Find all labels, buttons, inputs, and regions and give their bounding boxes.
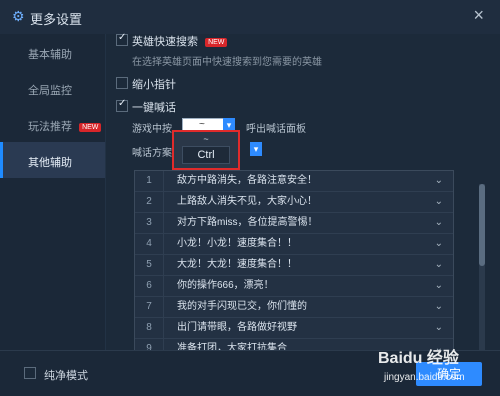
row-text: 你的操作666，漂亮！ xyxy=(177,280,274,291)
settings-window: ⚙ 更多设置 × 基本辅助 全局监控 玩法推荐 NEW 其他辅助 英雄快速搜索 … xyxy=(0,0,500,396)
hero-search-label: 英雄快速搜索 NEW xyxy=(132,33,228,49)
row-number: 1 xyxy=(135,171,164,191)
minimap-label: 缩小指针 xyxy=(132,79,176,91)
row-number: 6 xyxy=(135,276,164,296)
key-label: 游戏中按 xyxy=(132,124,172,135)
row-number: 3 xyxy=(135,213,164,233)
row-number: 5 xyxy=(135,255,164,275)
plan-label: 喊话方案 xyxy=(132,148,172,159)
row-text: 上路敌人消失不见，大家小心！ xyxy=(177,196,317,207)
row-text: 大龙！大龙！速度集合！！ xyxy=(177,259,297,270)
sidebar-item-label: 基本辅助 xyxy=(28,49,72,61)
hero-search-text: 英雄快速搜索 xyxy=(132,36,198,48)
table-row[interactable]: 2 上路敌人消失不见，大家小心！ ⌄ xyxy=(135,192,453,213)
new-badge: NEW xyxy=(205,37,228,47)
table-row[interactable]: 4 小龙！小龙！速度集合！！ ⌄ xyxy=(135,234,453,255)
chevron-down-icon[interactable]: ⌄ xyxy=(435,297,443,317)
title-bar: ⚙ 更多设置 × xyxy=(0,0,500,35)
chevron-down-icon[interactable]: ⌄ xyxy=(435,255,443,275)
sidebar-item-label: 其他辅助 xyxy=(28,157,72,169)
pure-mode-label: 纯净模式 xyxy=(44,370,88,382)
shout-key-value: ~ xyxy=(199,119,205,130)
table-row[interactable]: 1 敌方中路消失，各路注意安全！ ⌄ xyxy=(135,171,453,192)
dropdown-option-ctrl[interactable]: Ctrl xyxy=(182,146,230,164)
row-number: 4 xyxy=(135,234,164,254)
row-text: 敌方中路消失，各路注意安全！ xyxy=(177,175,317,186)
baidu-watermark: Baidu 经验 jingyan.baidu.com xyxy=(378,344,496,392)
table-row[interactable]: 3 对方下路miss，各位提高警惕！ ⌄ xyxy=(135,213,453,234)
row-number: 7 xyxy=(135,297,164,317)
row-number: 8 xyxy=(135,318,164,338)
key-hint: 呼出喊话面板 xyxy=(246,124,306,135)
key-dropdown-popup: ~ Ctrl xyxy=(172,130,240,170)
sidebar-item-basic[interactable]: 基本辅助 xyxy=(0,34,105,70)
pure-mode-checkbox[interactable] xyxy=(24,367,36,379)
hero-search-desc: 在选择英雄页面中快速搜索到您需要的英雄 xyxy=(132,57,322,68)
watermark-url: jingyan.baidu.com xyxy=(384,372,465,383)
table-row[interactable]: 5 大龙！大龙！速度集合！！ ⌄ xyxy=(135,255,453,276)
dropdown-option-tilde[interactable]: ~ xyxy=(174,134,238,144)
watermark-brand: Baidu 经验 xyxy=(378,350,459,367)
new-badge: NEW xyxy=(79,122,102,132)
chevron-down-icon[interactable]: ▾ xyxy=(250,142,262,156)
row-text: 出门请带眼，各路做好视野 xyxy=(177,322,297,333)
table-row[interactable]: 7 我的对手闪现已交，你们懂的 ⌄ xyxy=(135,297,453,318)
row-text: 对方下路miss，各位提高警惕！ xyxy=(177,217,318,228)
chevron-down-icon[interactable]: ⌄ xyxy=(435,213,443,233)
sidebar: 基本辅助 全局监控 玩法推荐 NEW 其他辅助 xyxy=(0,34,106,395)
chevron-down-icon[interactable]: ⌄ xyxy=(435,171,443,191)
sidebar-item-label: 全局监控 xyxy=(28,85,72,97)
row-number: 2 xyxy=(135,192,164,212)
table-row[interactable]: 8 出门请带眼，各路做好视野 ⌄ xyxy=(135,318,453,339)
scrollbar-thumb[interactable] xyxy=(479,184,485,266)
chevron-down-icon[interactable]: ⌄ xyxy=(435,192,443,212)
chevron-down-icon[interactable]: ⌄ xyxy=(435,276,443,296)
shout-label: 一键喊话 xyxy=(132,102,176,114)
sidebar-item-other[interactable]: 其他辅助 xyxy=(0,142,105,178)
sidebar-item-label: 玩法推荐 NEW xyxy=(28,118,102,134)
row-text: 小龙！小龙！速度集合！！ xyxy=(177,238,297,249)
gear-icon: ⚙ xyxy=(12,8,25,24)
main-panel: 英雄快速搜索 NEW 在选择英雄页面中快速搜索到您需要的英雄 缩小指针 一键喊话… xyxy=(106,32,500,395)
close-icon[interactable]: × xyxy=(473,6,484,24)
sidebar-item-gameplay[interactable]: 玩法推荐 NEW xyxy=(0,106,105,142)
shout-checkbox[interactable] xyxy=(116,98,128,112)
hero-search-checkbox[interactable] xyxy=(116,32,128,46)
row-text: 我的对手闪现已交，你们懂的 xyxy=(177,301,307,312)
table-row[interactable]: 6 你的操作666，漂亮！ ⌄ xyxy=(135,276,453,297)
window-title: 更多设置 xyxy=(30,12,83,27)
minimap-checkbox[interactable] xyxy=(116,77,128,89)
chevron-down-icon[interactable]: ⌄ xyxy=(435,234,443,254)
sidebar-item-text: 玩法推荐 xyxy=(28,121,72,133)
chevron-down-icon[interactable]: ⌄ xyxy=(435,318,443,338)
sidebar-item-global-monitor[interactable]: 全局监控 xyxy=(0,70,105,106)
